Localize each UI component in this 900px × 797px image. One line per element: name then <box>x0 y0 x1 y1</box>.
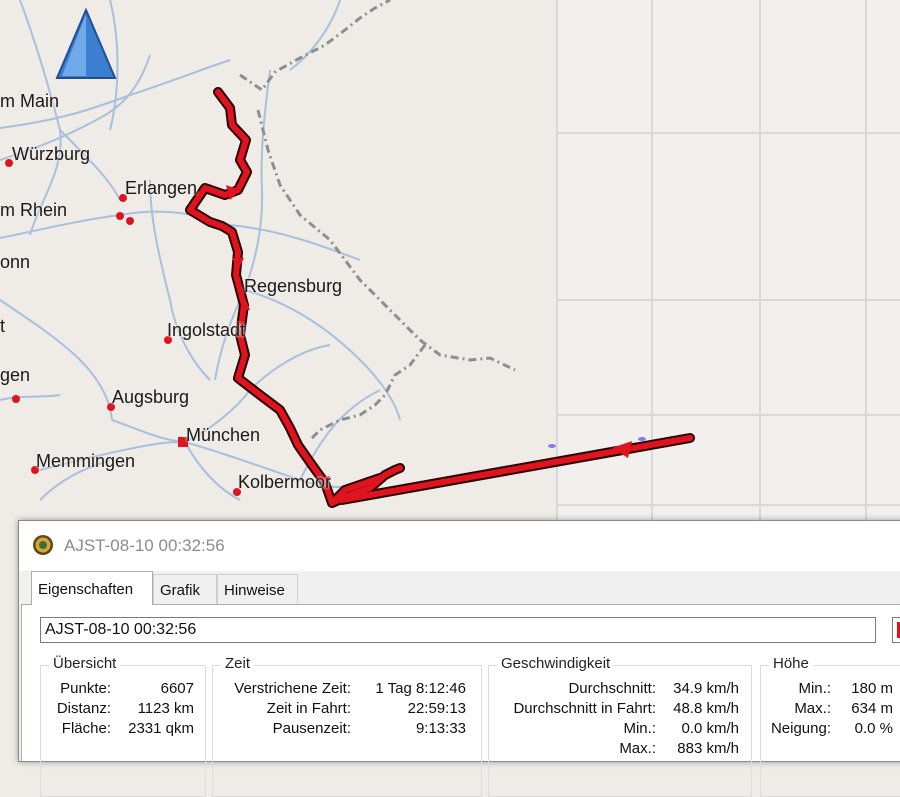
group-zeit: Zeit Verstrichene Zeit: 1 Tag 8:12:46 Ze… <box>212 655 482 797</box>
track-name-input[interactable] <box>40 617 876 643</box>
stat-label: Punkte: <box>60 680 111 697</box>
stat-value: 48.8 km/h <box>673 700 739 717</box>
stat-label: Durchschnitt: <box>568 680 656 697</box>
track-properties-dialog: AJST-08-10 00:32:56 Eigenschaften Grafik… <box>18 520 900 797</box>
stat-value: 9:13:33 <box>415 720 466 737</box>
group-hoehe: Höhe Min.: 180 m Max.: 634 m Neigung: 0.… <box>760 655 900 797</box>
stat-value: 6607 <box>160 680 194 697</box>
stat-label: Pausenzeit: <box>272 720 351 737</box>
stat-value: 0.0 % <box>854 720 893 737</box>
stat-value: 634 m <box>851 700 893 717</box>
title-bar[interactable]: AJST-08-10 00:32:56 <box>19 521 900 571</box>
stat-label: Verstrichene Zeit: <box>234 680 351 697</box>
track-color-button[interactable] <box>892 617 900 643</box>
window-title: AJST-08-10 00:32:56 <box>64 536 225 555</box>
city-label: gen <box>0 365 31 385</box>
group-uebersicht: Übersicht Punkte: 6607 Distanz: 1123 km … <box>40 655 206 797</box>
stat-label: Min.: <box>798 680 831 697</box>
tab-eigenschaften[interactable]: Eigenschaften <box>31 571 153 605</box>
app-icon <box>33 535 53 555</box>
city-label: m Main <box>0 91 60 111</box>
stat-value: 180 m <box>851 680 893 697</box>
stat-value: 883 km/h <box>677 740 739 757</box>
dialog-content: Eigenschaften Grafik Hinweise Übersicht … <box>19 571 900 797</box>
stat-label: Fläche: <box>61 720 111 737</box>
stat-value: 1 Tag 8:12:46 <box>375 680 466 697</box>
stat-value: 1123 km <box>137 700 194 717</box>
group-title: Höhe <box>769 655 813 672</box>
group-title: Zeit <box>221 655 255 672</box>
city-label: Memmingen <box>36 451 136 471</box>
city-label: München <box>186 425 261 445</box>
stat-label: Durchschnitt in Fahrt: <box>513 700 656 717</box>
stat-label: Min.: <box>623 720 656 737</box>
city-label: onn <box>0 252 31 272</box>
stat-value: 22:59:13 <box>407 700 466 717</box>
city-label: Augsburg <box>112 387 190 407</box>
city-label: t <box>0 316 6 336</box>
waypoint-marker <box>638 437 646 441</box>
waypoint-marker <box>548 444 556 448</box>
group-title: Übersicht <box>49 655 121 672</box>
tab-hinweise[interactable]: Hinweise <box>217 574 298 604</box>
tab-grafik[interactable]: Grafik <box>153 574 217 604</box>
city-label: Würzburg <box>12 144 91 164</box>
stat-label: Distanz: <box>56 700 111 717</box>
tile-grid <box>556 0 900 525</box>
group-title: Geschwindigkeit <box>497 655 615 672</box>
properties-panel: Übersicht Punkte: 6607 Distanz: 1123 km … <box>21 604 900 797</box>
city-label: m Rhein <box>0 200 68 220</box>
city-label: Kolbermoor <box>238 472 332 492</box>
city-label: Regensburg <box>244 276 343 296</box>
stat-value: 0.0 km/h <box>681 720 739 737</box>
stat-value: 34.9 km/h <box>673 680 739 697</box>
stat-label: Zeit in Fahrt: <box>266 700 351 717</box>
city-label: Ingolstadt <box>167 320 246 340</box>
stat-value: 2331 qkm <box>128 720 194 737</box>
group-geschwindigkeit: Geschwindigkeit Durchschnitt: 34.9 km/h … <box>488 655 752 797</box>
stat-label: Max.: <box>619 740 656 757</box>
city-label: Erlangen <box>125 178 198 198</box>
stat-label: Max.: <box>794 700 831 717</box>
stat-label: Neigung: <box>770 720 831 737</box>
